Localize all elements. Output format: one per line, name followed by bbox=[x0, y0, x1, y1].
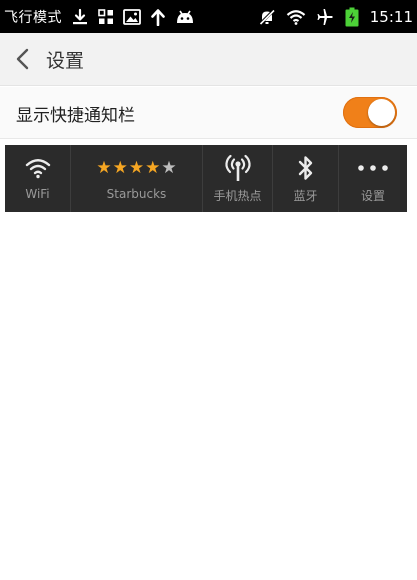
stars-rating-icon: ★ ★ ★ ★ ★ bbox=[96, 145, 176, 185]
shortcut-bluetooth[interactable]: 蓝牙 bbox=[273, 145, 339, 212]
star-filled-icon: ★ bbox=[112, 157, 128, 178]
shortcut-bar-preview: WiFi ★ ★ ★ ★ ★ Starbucks 手机热点 蓝牙 设置 bbox=[5, 145, 407, 212]
header: 设置 bbox=[0, 33, 417, 86]
star-filled-icon: ★ bbox=[96, 157, 112, 178]
wifi-icon bbox=[286, 9, 306, 25]
star-empty-icon: ★ bbox=[161, 157, 177, 178]
star-filled-icon: ★ bbox=[145, 157, 161, 178]
battery-charging-icon bbox=[344, 7, 360, 27]
chevron-left-icon bbox=[16, 48, 29, 70]
shortcut-bar-toggle[interactable] bbox=[343, 97, 397, 128]
status-bar-right: 15:11 bbox=[258, 0, 413, 33]
shortcut-label-bluetooth: 蓝牙 bbox=[293, 189, 318, 203]
download-icon bbox=[71, 8, 89, 26]
apps-grid-icon bbox=[98, 8, 114, 25]
airplane-mode-label: 飞行模式 bbox=[4, 9, 62, 26]
airplane-icon bbox=[316, 8, 334, 26]
wifi-icon bbox=[25, 145, 51, 185]
shortcut-label-settings: 设置 bbox=[360, 189, 385, 203]
page-title: 设置 bbox=[46, 50, 85, 72]
hotspot-icon bbox=[223, 145, 253, 185]
star-rating: ★ ★ ★ ★ ★ bbox=[96, 157, 177, 178]
upload-arrow-icon bbox=[150, 8, 166, 26]
setting-label: 显示快捷通知栏 bbox=[16, 106, 135, 126]
status-bar-left: 飞行模式 bbox=[4, 0, 195, 33]
shortcut-label-hotspot: 手机热点 bbox=[213, 189, 262, 203]
back-button[interactable] bbox=[6, 41, 40, 77]
clock-time: 15:11 bbox=[369, 7, 413, 26]
shortcut-hotspot[interactable]: 手机热点 bbox=[203, 145, 273, 212]
bell-off-icon bbox=[258, 8, 276, 26]
shortcut-starbucks[interactable]: ★ ★ ★ ★ ★ Starbucks bbox=[71, 145, 203, 212]
shortcut-label-starbucks: Starbucks bbox=[106, 187, 167, 201]
more-dots-icon bbox=[357, 145, 389, 185]
shortcut-settings[interactable]: 设置 bbox=[339, 145, 407, 212]
bluetooth-icon bbox=[297, 145, 315, 185]
status-bar: 飞行模式 15:11 bbox=[0, 0, 417, 33]
image-icon bbox=[123, 8, 141, 25]
android-icon bbox=[175, 9, 195, 25]
shortcut-wifi[interactable]: WiFi bbox=[5, 145, 71, 212]
setting-row-shortcut-bar[interactable]: 显示快捷通知栏 bbox=[0, 87, 417, 139]
star-filled-icon: ★ bbox=[128, 157, 145, 178]
shortcut-label-wifi: WiFi bbox=[25, 187, 50, 201]
toggle-knob bbox=[368, 99, 395, 126]
